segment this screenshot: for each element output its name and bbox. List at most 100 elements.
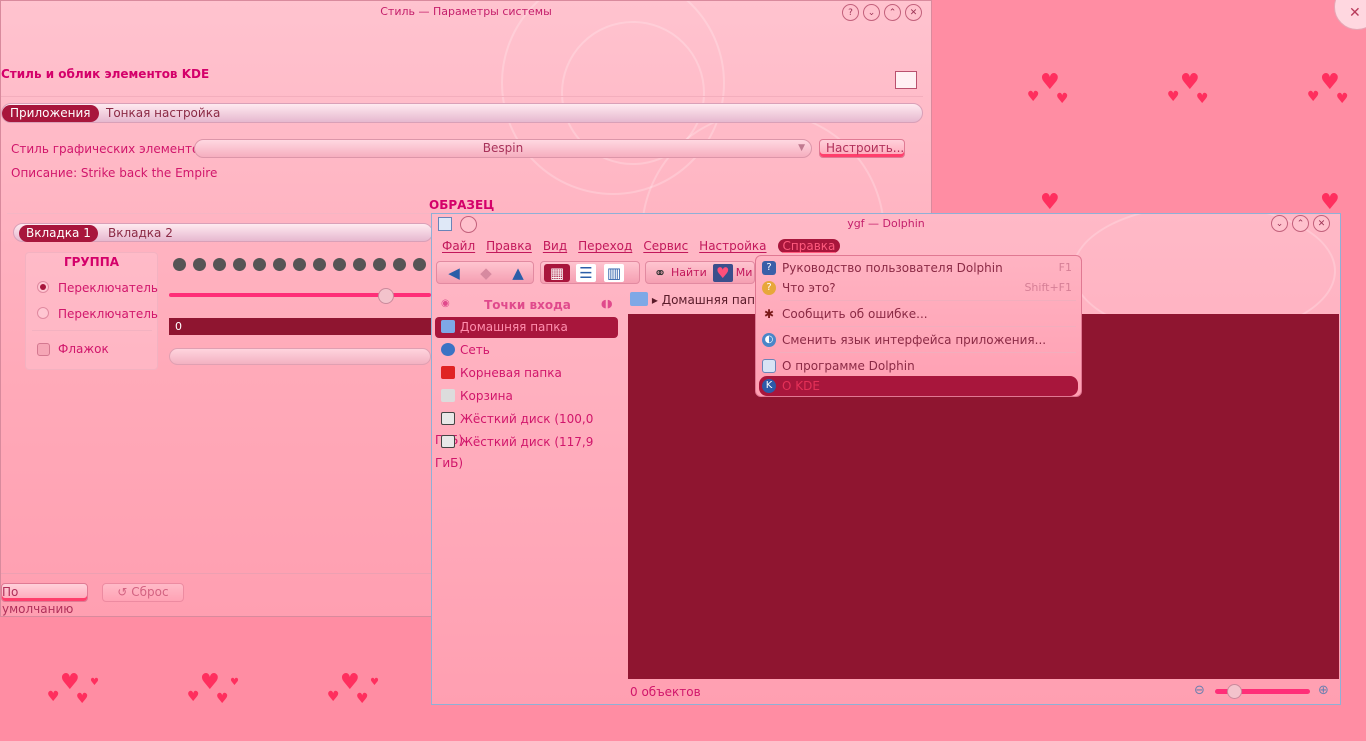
about-app-icon — [762, 359, 776, 373]
menu-item-label: Что это? — [782, 281, 836, 295]
configure-button[interactable]: Настроить... — [819, 139, 905, 158]
find-label[interactable]: Найти — [671, 266, 707, 279]
tab-applications[interactable]: Приложения — [2, 105, 99, 122]
breadcrumb[interactable]: ▸ Домашняя папка — [630, 292, 770, 307]
menu-go[interactable]: Переход — [578, 239, 632, 253]
window-controls: ⌄ ⌃ ✕ — [1271, 215, 1330, 232]
menu-item-report-bug[interactable]: ✱ Сообщить об ошибке... — [759, 304, 1078, 324]
menu-item-label: Сообщить об ошибке... — [782, 307, 928, 321]
menu-item-whats-this[interactable]: ? Что это? Shift+F1 — [759, 278, 1078, 298]
combo-value: Bespin — [482, 141, 524, 155]
handbook-icon: ? — [762, 261, 776, 275]
sample-busy-indicator — [173, 258, 426, 271]
divider — [32, 330, 152, 331]
tab-bar: Приложения Тонкая настройка — [1, 103, 923, 123]
pin-icon[interactable] — [460, 216, 477, 233]
place-network[interactable]: Сеть — [435, 340, 618, 361]
place-disk-2[interactable]: Жёсткий диск (117,9 ГиБ) — [435, 432, 618, 470]
menu-view[interactable]: Вид — [543, 239, 567, 253]
menu-item-label: О KDE — [782, 379, 820, 393]
sample-tab-1[interactable]: Вкладка 1 — [19, 225, 98, 242]
harddisk-icon — [441, 412, 455, 425]
place-root[interactable]: Корневая папка — [435, 363, 618, 384]
checkbox-label: Флажок — [58, 342, 109, 356]
window-title: ygf — Dolphin — [847, 217, 925, 230]
menu-item-switch-language[interactable]: ◐ Сменить язык интерфейса приложения... — [759, 330, 1078, 350]
places-panel-title: Точки входа — [484, 298, 571, 312]
details-view-icon[interactable]: ☰ — [576, 263, 596, 282]
zoom-in-icon[interactable]: ⊕ — [1318, 683, 1329, 698]
place-home[interactable]: Домашняя папка — [435, 317, 618, 338]
root-folder-icon — [441, 366, 455, 379]
navigation-toolbar: ◀ ◆ ▲ — [436, 261, 534, 284]
minimize-icon[interactable]: ⌄ — [1271, 215, 1288, 232]
defaults-button[interactable]: По умолчанию — [1, 583, 88, 616]
menu-separator — [780, 300, 1076, 301]
menu-item-handbook[interactable]: ? Руководство пользователя Dolphin F1 — [759, 258, 1078, 278]
menu-item-about-dolphin[interactable]: О программе Dolphin — [759, 356, 1078, 376]
menu-item-about-kde[interactable]: K О KDE — [759, 376, 1078, 396]
menu-edit[interactable]: Правка — [486, 239, 532, 253]
panel-close-icon[interactable]: ◖◗ — [601, 297, 613, 310]
style-description: Описание: Strike back the Empire — [11, 166, 218, 180]
sample-tab-bar: Вкладка 1 Вкладка 2 — [13, 223, 433, 242]
preview-label[interactable]: Ми — [736, 266, 753, 279]
close-icon[interactable]: ✕ — [905, 4, 922, 21]
menu-item-label: Сменить язык интерфейса приложения... — [782, 333, 1047, 347]
harddisk-icon — [441, 435, 455, 448]
kde-icon: K — [762, 379, 776, 393]
reset-icon: ↺ — [117, 585, 132, 599]
whats-this-icon: ? — [762, 281, 776, 295]
radio-label-2: Переключатель — [58, 307, 158, 321]
forward-icon[interactable]: ◆ — [475, 264, 497, 282]
tools-toolbar: ⚭ Найти ♥ Ми — [645, 261, 755, 284]
menu-help[interactable]: Справка — [777, 239, 841, 253]
minimize-icon[interactable]: ⌄ — [863, 4, 880, 21]
panel-float-icon[interactable]: ◉ — [441, 298, 450, 309]
window-title: Стиль — Параметры системы — [380, 5, 552, 18]
sample-tab-2[interactable]: Вкладка 2 — [108, 225, 173, 242]
chevron-down-icon: ▼ — [798, 143, 805, 153]
place-disk-1[interactable]: Жёсткий диск (100,0 ГиБ) — [435, 409, 618, 447]
sample-group: ГРУППА Переключатель Переключатель Флажо… — [25, 252, 158, 370]
app-menu-icon[interactable] — [438, 217, 452, 231]
maximize-icon[interactable]: ⌃ — [884, 4, 901, 21]
widget-style-combo[interactable]: Bespin ▼ — [194, 139, 812, 158]
divider — [1, 96, 923, 97]
back-icon[interactable]: ◀ — [443, 264, 465, 282]
binoculars-icon[interactable]: ⚭ — [649, 264, 671, 282]
status-text: 0 объектов — [630, 685, 701, 699]
columns-view-icon[interactable]: ▥ — [604, 263, 624, 282]
place-trash[interactable]: Корзина — [435, 386, 618, 407]
sample-progress-bar: 0 — [169, 318, 431, 335]
zoom-out-icon[interactable]: ⊖ — [1194, 683, 1205, 698]
place-label: Корзина — [460, 389, 513, 403]
radio-button-1[interactable] — [37, 281, 49, 293]
help-menu: ? Руководство пользователя Dolphin F1 ? … — [755, 255, 1082, 397]
desktop-corner-button[interactable]: ✕ — [1334, 0, 1366, 30]
preview-icon[interactable]: ♥ — [712, 263, 733, 282]
reset-button[interactable]: ↺ Сброс — [102, 583, 184, 602]
page-title: Стиль и облик элементов KDE — [1, 67, 210, 81]
sample-line-edit[interactable] — [169, 348, 431, 365]
up-icon[interactable]: ▲ — [507, 264, 529, 282]
menu-settings[interactable]: Настройка — [699, 239, 766, 253]
menu-bar: Файл Правка Вид Переход Сервис Настройка… — [442, 239, 841, 253]
breadcrumb-item[interactable]: Домашняя папка — [662, 293, 770, 307]
home-folder-icon — [630, 292, 648, 306]
sample-slider-handle[interactable] — [378, 288, 394, 304]
chevron-right-icon: ▸ — [651, 293, 658, 307]
style-preview-icon — [895, 71, 917, 89]
menu-tools[interactable]: Сервис — [643, 239, 688, 253]
language-icon: ◐ — [762, 333, 776, 347]
icons-view-icon[interactable]: ▦ — [544, 263, 570, 282]
checkbox[interactable] — [37, 343, 50, 356]
close-icon[interactable]: ✕ — [1313, 215, 1330, 232]
menu-file[interactable]: Файл — [442, 239, 475, 253]
tab-fine-tuning[interactable]: Тонкая настройка — [106, 105, 220, 122]
maximize-icon[interactable]: ⌃ — [1292, 215, 1309, 232]
radio-button-2[interactable] — [37, 307, 49, 319]
place-label: Жёсткий диск (117,9 ГиБ) — [435, 435, 594, 470]
help-icon[interactable]: ? — [842, 4, 859, 21]
zoom-slider-handle[interactable] — [1227, 684, 1242, 699]
